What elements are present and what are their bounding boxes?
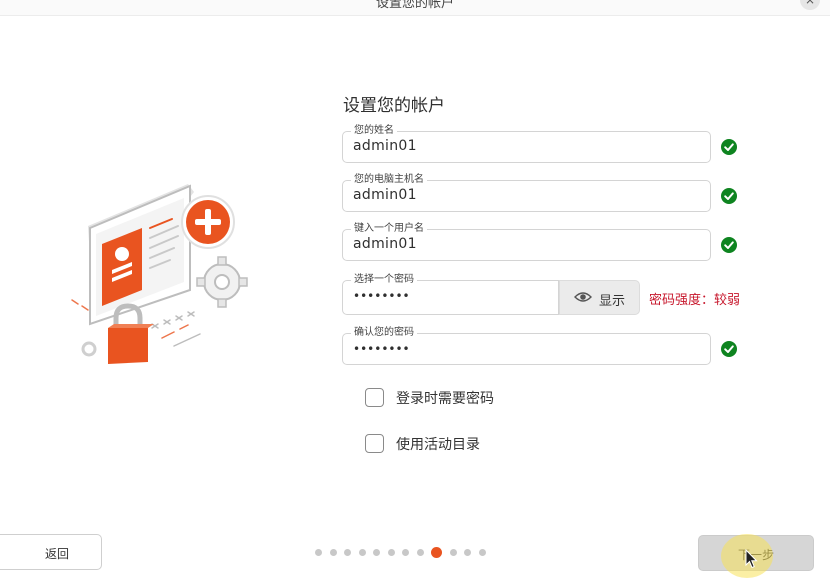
form-title: 设置您的帐户 — [343, 96, 445, 116]
active-directory-label[interactable]: 使用活动目录 — [396, 434, 480, 454]
confirm-password-field-value[interactable]: •••••••• — [353, 342, 410, 356]
active-directory-checkbox[interactable] — [365, 434, 384, 453]
window-titlebar: 设置您的帐户 × — [0, 0, 830, 16]
confirm-password-field-label: 确认您的密码 — [351, 326, 417, 340]
step-dot — [449, 548, 457, 556]
name-field-label: 您的姓名 — [351, 124, 397, 138]
password-field-label: 选择一个密码 — [351, 273, 417, 287]
mouse-pointer-icon — [745, 549, 758, 569]
check-circle-icon — [721, 188, 737, 204]
show-password-label: 显示 — [599, 294, 626, 309]
back-button-label: 返回 — [44, 547, 69, 561]
step-dot — [315, 548, 322, 556]
require-password-login-checkbox[interactable] — [365, 388, 384, 407]
step-dot — [373, 548, 380, 556]
step-dot — [416, 548, 424, 556]
hostname-field[interactable]: 您的电脑主机名 admin01 — [342, 173, 711, 212]
eye-icon — [574, 292, 592, 302]
window-title: 设置您的帐户 — [375, 0, 454, 11]
step-dot — [387, 548, 395, 556]
hostname-field-label: 您的电脑主机名 — [351, 173, 427, 187]
step-dot — [478, 548, 486, 556]
check-circle-icon — [721, 341, 737, 357]
check-circle-icon — [721, 139, 737, 155]
username-field-label: 键入一个用户名 — [351, 222, 427, 236]
step-progress-indicator — [315, 546, 493, 558]
step-dot — [344, 548, 351, 556]
step-dot — [402, 548, 409, 556]
step-dot — [358, 548, 366, 556]
password-strength-text: 密码强度：较弱 — [649, 293, 741, 308]
username-field-value[interactable]: admin01 — [353, 236, 417, 252]
username-field[interactable]: 键入一个用户名 admin01 — [342, 222, 711, 261]
show-password-button[interactable]: 显示 — [559, 280, 640, 315]
name-field[interactable]: 您的姓名 admin01 — [342, 124, 711, 163]
check-circle-icon — [721, 237, 737, 253]
name-field-value[interactable]: admin01 — [353, 138, 417, 154]
account-setup-illustration — [62, 178, 272, 378]
back-button[interactable]: 返回 — [0, 534, 102, 570]
confirm-password-field[interactable]: 确认您的密码 •••••••• — [342, 326, 711, 365]
step-dot — [329, 548, 337, 556]
step-dot-current — [431, 546, 442, 558]
require-password-login-label[interactable]: 登录时需要密码 — [396, 388, 494, 408]
hostname-field-value[interactable]: admin01 — [353, 187, 417, 203]
password-field-value[interactable]: •••••••• — [353, 289, 410, 303]
password-field[interactable]: 选择一个密码 •••••••• — [342, 273, 559, 315]
step-dot — [464, 548, 471, 556]
